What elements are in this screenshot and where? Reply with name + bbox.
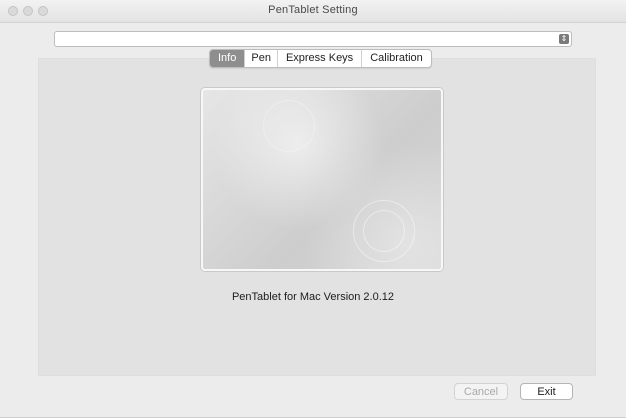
tab-calibration[interactable]: Calibration (361, 50, 431, 67)
tablet-select-dropdown[interactable]: ⇕ (54, 31, 572, 47)
tablet-product-image (201, 88, 443, 271)
decorative-circle-small (363, 210, 405, 252)
decorative-circle-top (263, 100, 315, 152)
tab-bar: Info Pen Express Keys Calibration (209, 49, 432, 68)
tab-info[interactable]: Info (210, 50, 245, 67)
tab-pen[interactable]: Pen (244, 50, 277, 67)
version-label: PenTablet for Mac Version 2.0.12 (231, 291, 395, 303)
exit-button[interactable]: Exit (520, 383, 573, 400)
tab-express-keys[interactable]: Express Keys (276, 50, 361, 67)
chevron-updown-icon[interactable]: ⇕ (559, 34, 569, 44)
app-window: PenTablet Setting ⇕ Info Pen Express Key… (0, 0, 626, 418)
window-title: PenTablet Setting (268, 4, 358, 16)
title-bar[interactable]: PenTablet Setting (0, 0, 626, 23)
cancel-button[interactable]: Cancel (454, 383, 508, 400)
